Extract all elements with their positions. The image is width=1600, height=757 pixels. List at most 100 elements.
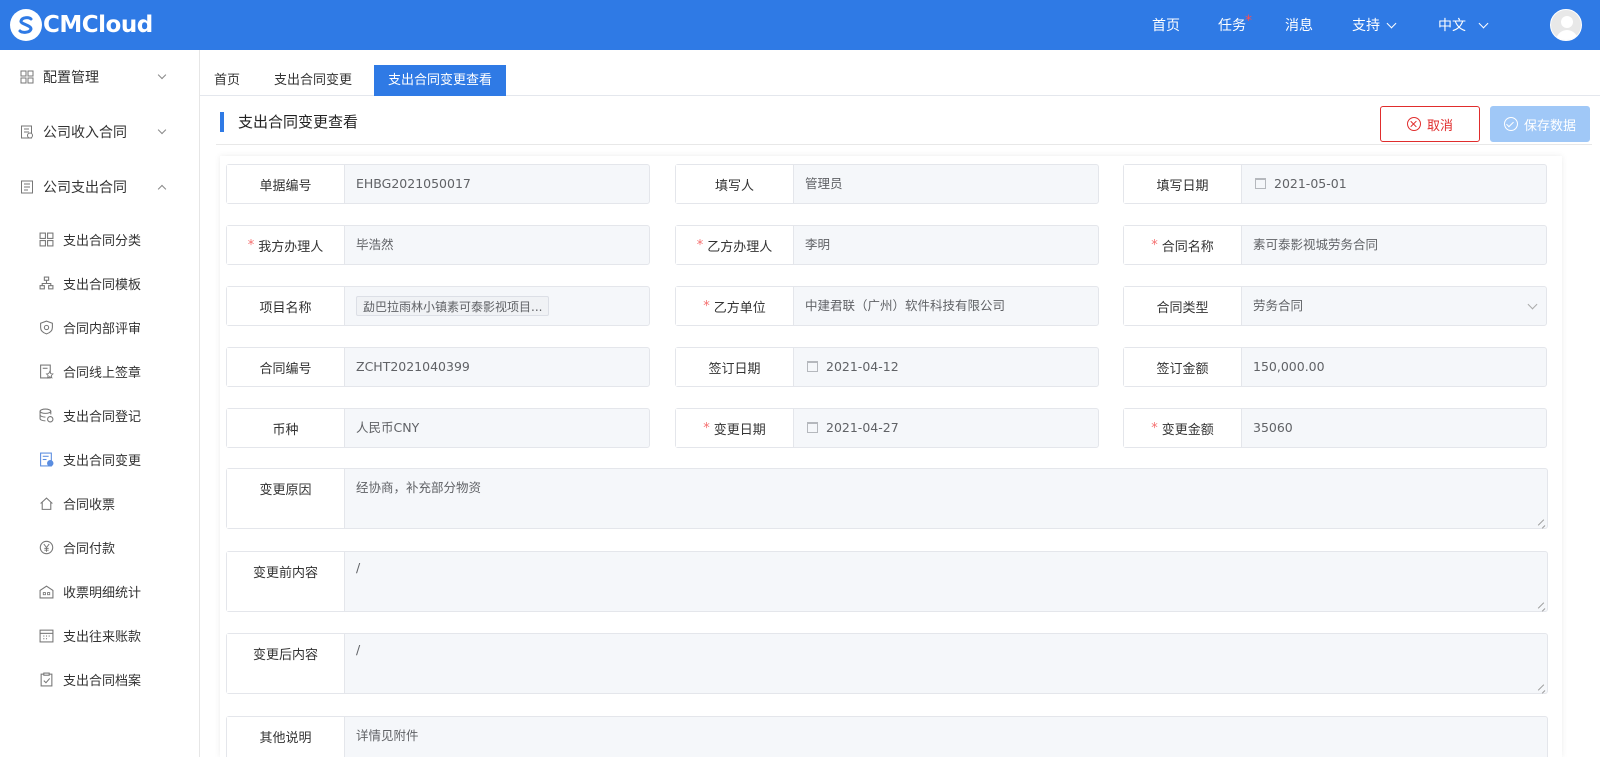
field-label: 填写人 [676,165,794,203]
sidebar-item-expense-change[interactable]: 支出合同变更 [0,444,199,474]
field-label: 合同类型 [1124,287,1242,325]
currency-field: 币种 人民币CNY [226,408,650,448]
sidebar-item-label: 支出合同档案 [63,673,142,689]
sidebar-group-income-contract[interactable]: 公司收入合同 [0,117,199,147]
field-label: 其他说明 [227,717,345,757]
sidebar-item-invoice-receipt[interactable]: 合同收票 [0,488,199,518]
sidebar-group-label: 公司支出合同 [43,180,127,196]
field-label: * 变更日期 [676,409,794,447]
field-label: * 乙方单位 [676,287,794,325]
chevron-up-icon [157,184,167,194]
save-button-label: 保存数据 [1523,118,1576,134]
before-content-textarea[interactable]: 变更前内容 / [226,551,1548,612]
logo[interactable]: CMCloud [10,8,153,42]
sidebar-item-invoice-stats[interactable]: 收票明细统计 [0,576,199,606]
sidebar-item-internal-review[interactable]: 合同内部评审 [0,312,199,342]
nav-messages[interactable]: 消息 [1285,0,1313,50]
field-label: 项目名称 [227,287,345,325]
document-star-icon [40,364,54,379]
document-list-icon [21,180,33,194]
language-dropdown[interactable]: 中文 [1438,0,1489,50]
building-icon [39,584,54,598]
home-icon [40,496,53,510]
change-date-value: 2021-04-27 [826,420,899,435]
sidebar-item-expense-template[interactable]: 支出合同模板 [0,268,199,298]
chevron-down-icon [1527,299,1538,310]
other-notes-textarea[interactable]: 其他说明 详情见附件 [226,716,1548,757]
calendar-icon [807,422,818,433]
tab-home[interactable]: 首页 [200,65,254,96]
tab-label: 支出合同变更查看 [388,73,493,88]
nav-tasks[interactable]: 任务 * [1218,0,1252,50]
database-icon [39,408,54,422]
change-date-field[interactable]: * 变更日期 2021-04-27 [675,408,1099,448]
sidebar-item-online-signature[interactable]: 合同线上签章 [0,356,199,386]
resize-handle-icon[interactable] [1537,518,1545,526]
party-b-unit-field[interactable]: * 乙方单位 中建君联（广州）软件科技有限公司 [675,286,1099,326]
other-notes-value: 详情见附件 [356,728,419,743]
language-label: 中文 [1438,18,1466,34]
field-label: * 乙方办理人 [676,226,794,264]
save-button[interactable]: 保存数据 [1490,106,1590,142]
sidebar-item-label: 支出往来账款 [63,629,142,645]
field-label: * 我方办理人 [227,226,345,264]
nav-tasks-label: 任务 [1218,18,1246,34]
close-circle-icon [1406,117,1421,131]
cancel-button-label: 取消 [1426,118,1453,134]
sidebar-item-expense-category[interactable]: 支出合同分类 [0,224,199,254]
sidebar-item-label: 合同内部评审 [63,321,142,337]
change-amount-field[interactable]: * 变更金额 35060 [1123,408,1547,448]
form-area: 单据编号 EHBG2021050017 填写人 管理员 填写日期 2021-05… [220,156,1562,757]
resize-handle-icon[interactable] [1537,683,1545,691]
after-content-textarea[interactable]: 变更后内容 / [226,633,1548,694]
nav-support-dropdown[interactable]: 支持 [1352,0,1397,50]
tab-expense-change-view[interactable]: 支出合同变更查看 [374,65,507,96]
our-handler-field[interactable]: * 我方办理人 毕浩然 [226,225,650,265]
sidebar-item-contract-payment[interactable]: 合同付款 [0,532,199,562]
nav-home-label: 首页 [1152,18,1180,34]
field-label: 签订金额 [1124,348,1242,386]
tab-bar: 首页 支出合同变更 支出合同变更查看 [200,50,1600,96]
fill-date-field: 填写日期 2021-05-01 [1123,164,1547,204]
top-bar: CMCloud 首页 任务 * 消息 支持 中文 [0,0,1600,50]
sign-date-value: 2021-04-12 [826,359,899,374]
nav-home[interactable]: 首页 [1152,0,1180,50]
chevron-down-icon [1386,18,1397,28]
document-edit-icon [40,452,54,466]
sidebar-item-label: 支出合同分类 [63,233,142,249]
sidebar-item-expense-archive[interactable]: 支出合同档案 [0,664,199,694]
sitemap-icon [39,276,54,289]
project-name-value: 勐巴拉雨林小镇素可泰影视项目... [356,287,550,325]
cancel-button[interactable]: 取消 [1380,106,1480,142]
party-b-handler-field[interactable]: * 乙方办理人 李明 [675,225,1099,265]
contract-name-field[interactable]: * 合同名称 素可泰影视城劳务合同 [1123,225,1547,265]
contract-type-select[interactable]: 合同类型 劳务合同 [1123,286,1547,326]
tab-expense-change[interactable]: 支出合同变更 [260,65,366,96]
tab-label: 支出合同变更 [274,73,353,88]
sign-amount-value: 150,000.00 [1253,359,1325,374]
calendar-icon [1255,178,1266,189]
field-label: 签订日期 [676,348,794,386]
document-icon [21,125,33,139]
sign-amount-field: 签订金额 150,000.00 [1123,347,1547,387]
sidebar: 配置管理 公司收入合同 公司支出合同 支出合同分类 支出合同模板 合同内部评审 … [0,50,200,757]
user-avatar[interactable] [1550,9,1582,41]
task-notification-dot: * [1245,13,1252,29]
chevron-down-icon [157,70,167,80]
sidebar-group-expense-contract[interactable]: 公司支出合同 [0,172,199,202]
chevron-down-icon [1478,18,1489,28]
field-label: 变更原因 [227,469,345,528]
sidebar-group-label: 配置管理 [43,70,99,86]
resize-handle-icon[interactable] [1537,601,1545,609]
sidebar-item-accounts-payable[interactable]: 支出往来账款 [0,620,199,650]
project-name-field[interactable]: 项目名称 勐巴拉雨林小镇素可泰影视项目... [226,286,650,326]
sidebar-item-expense-registration[interactable]: 支出合同登记 [0,400,199,430]
nav-support-label: 支持 [1352,18,1380,34]
our-handler-value: 毕浩然 [356,237,394,252]
doc-no-value: EHBG2021050017 [356,176,471,191]
sidebar-group-config[interactable]: 配置管理 [0,62,199,92]
contract-type-value: 劳务合同 [1253,298,1304,313]
contract-no-value: ZCHT2021040399 [356,359,470,374]
sidebar-item-label: 支出合同变更 [63,453,142,469]
change-reason-textarea[interactable]: 变更原因 经协商，补充部分物资 [226,468,1548,529]
